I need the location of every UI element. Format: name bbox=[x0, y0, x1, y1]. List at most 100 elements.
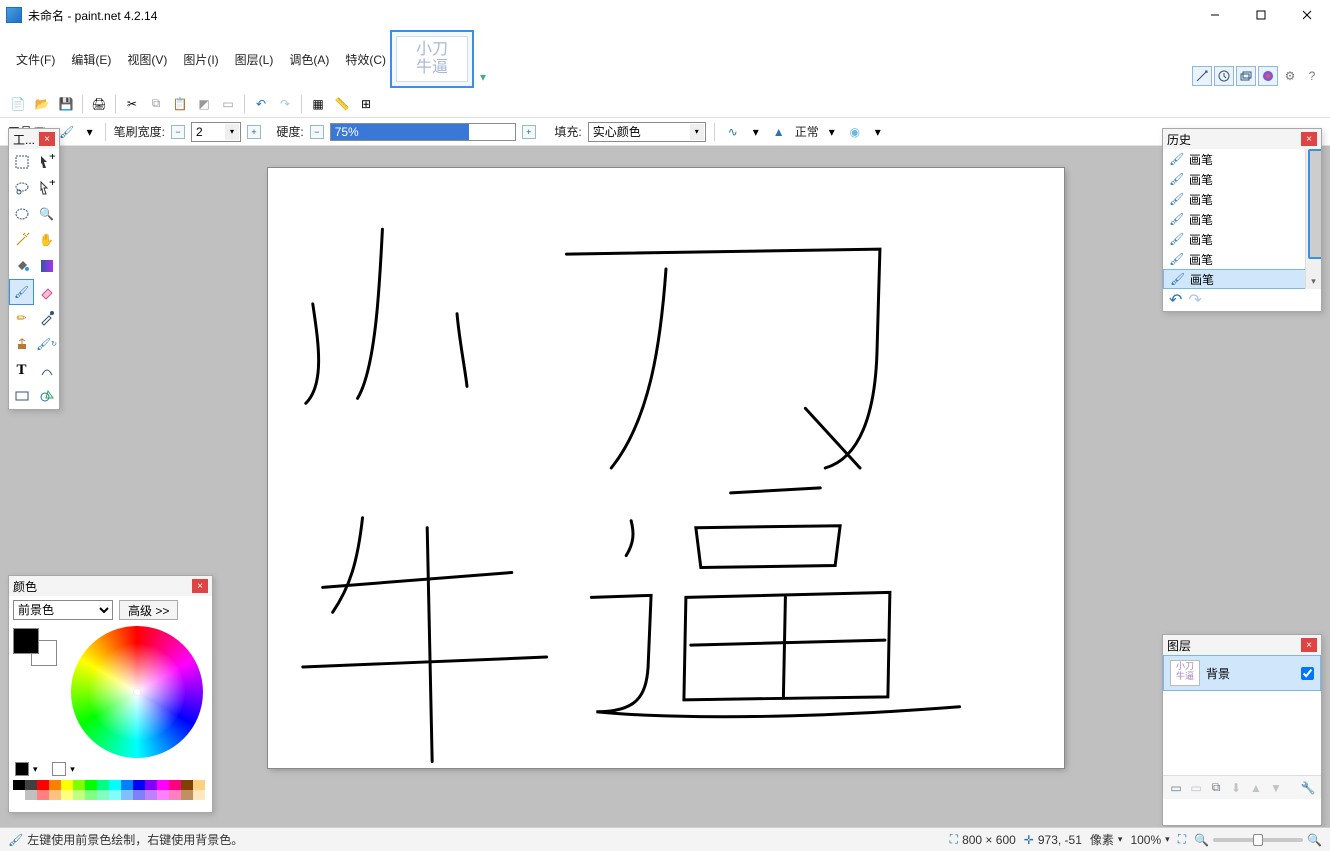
palette-color[interactable] bbox=[133, 790, 145, 800]
tools-panel[interactable]: 工...× + + 🔍 ✋ 🖌 ✏ 🖌↻ T bbox=[8, 128, 60, 410]
layers-panel[interactable]: 图层× 小刀牛逼 背景 ▭ ▭ ⧉ ⬇ ▲ ▼ 🔧 bbox=[1162, 634, 1322, 826]
history-scrollbar[interactable]: ▴ ▾ bbox=[1305, 149, 1321, 289]
chevron-down-icon[interactable]: ▾ bbox=[1118, 834, 1123, 845]
palette-color[interactable] bbox=[85, 780, 97, 790]
help-icon[interactable]: ? bbox=[1302, 66, 1322, 86]
history-panel[interactable]: 历史× 🖌画笔🖌画笔🖌画笔🖌画笔🖌画笔🖌画笔🖌画笔 ▴ ▾ ↶ ↷ bbox=[1162, 128, 1322, 312]
palette-color[interactable] bbox=[97, 790, 109, 800]
palette-color[interactable] bbox=[133, 780, 145, 790]
print-icon[interactable]: 🖨 bbox=[89, 94, 109, 114]
palette-color[interactable] bbox=[13, 790, 25, 800]
tool-zoom[interactable]: 🔍 bbox=[34, 201, 59, 227]
history-item[interactable]: 🖌画笔 bbox=[1163, 189, 1321, 209]
tool-eraser[interactable] bbox=[34, 279, 59, 305]
palette-color[interactable] bbox=[181, 780, 193, 790]
tool-pan[interactable]: ✋ bbox=[34, 227, 59, 253]
palette-color[interactable] bbox=[193, 780, 205, 790]
color-palette[interactable] bbox=[9, 778, 212, 802]
toggle-history-icon[interactable] bbox=[1214, 66, 1234, 86]
canvas[interactable] bbox=[268, 168, 1064, 768]
paste-icon[interactable]: 📋 bbox=[170, 94, 190, 114]
tool-recolor[interactable]: 🖌↻ bbox=[34, 331, 59, 357]
palette-color[interactable] bbox=[49, 780, 61, 790]
palette-color[interactable] bbox=[25, 780, 37, 790]
open-file-icon[interactable]: 📂 bbox=[32, 94, 52, 114]
undo-icon[interactable]: ↶ bbox=[251, 94, 271, 114]
tool-dropdown-icon[interactable]: ▾ bbox=[83, 125, 97, 139]
zoom-slider-knob[interactable] bbox=[1253, 834, 1263, 846]
scroll-down-icon[interactable]: ▾ bbox=[1306, 273, 1321, 289]
palette-color[interactable] bbox=[49, 790, 61, 800]
toggle-tools-icon[interactable] bbox=[1192, 66, 1212, 86]
overwrite-icon[interactable]: ◉ bbox=[845, 122, 865, 142]
zoom-slider[interactable] bbox=[1213, 838, 1303, 842]
colors-panel-close[interactable]: × bbox=[192, 579, 208, 593]
tool-pencil[interactable]: ✏ bbox=[9, 305, 34, 331]
palette-color[interactable] bbox=[97, 780, 109, 790]
redo-icon[interactable]: ↷ bbox=[275, 94, 295, 114]
thumbnail-dropdown-icon[interactable]: ▾ bbox=[480, 70, 492, 82]
close-button[interactable] bbox=[1284, 0, 1330, 30]
palette-color[interactable] bbox=[109, 790, 121, 800]
tool-color-picker[interactable] bbox=[34, 305, 59, 331]
copy-icon[interactable]: ⧉ bbox=[146, 94, 166, 114]
color-wheel[interactable] bbox=[71, 626, 203, 758]
history-item[interactable]: 🖌画笔 bbox=[1163, 229, 1321, 249]
layer-properties-icon[interactable]: 🔧 bbox=[1299, 779, 1317, 797]
history-list[interactable]: 🖌画笔🖌画笔🖌画笔🖌画笔🖌画笔🖌画笔🖌画笔 ▴ ▾ bbox=[1163, 149, 1321, 289]
layers-panel-close[interactable]: × bbox=[1301, 638, 1317, 652]
tool-clone-stamp[interactable] bbox=[9, 331, 34, 357]
color-advanced-button[interactable]: 高级 >> bbox=[119, 600, 178, 620]
settings-icon[interactable]: ⚙ bbox=[1280, 66, 1300, 86]
tool-rectangle-shape[interactable] bbox=[9, 383, 34, 409]
zoom-value[interactable]: 100% bbox=[1130, 833, 1161, 847]
history-item[interactable]: 🖌画笔 bbox=[1163, 209, 1321, 229]
palette-color[interactable] bbox=[121, 790, 133, 800]
history-item[interactable]: 🖌画笔 bbox=[1163, 149, 1321, 169]
menu-adjust[interactable]: 调色(A) bbox=[281, 48, 337, 71]
chevron-down-icon[interactable]: ▾ bbox=[690, 124, 704, 140]
menu-effects[interactable]: 特效(C) bbox=[337, 48, 394, 71]
tool-lasso-select[interactable] bbox=[9, 175, 34, 201]
tool-line[interactable] bbox=[34, 357, 59, 383]
aa-dropdown-icon[interactable]: ▾ bbox=[749, 125, 763, 139]
hardness-slider[interactable]: 75% bbox=[330, 123, 516, 141]
palette-color[interactable] bbox=[85, 790, 97, 800]
save-file-icon[interactable]: 💾 bbox=[56, 94, 76, 114]
hardness-decrease[interactable]: − bbox=[310, 125, 324, 139]
menu-view[interactable]: 视图(V) bbox=[119, 48, 175, 71]
foreground-color-swatch[interactable] bbox=[13, 628, 39, 654]
tool-ellipse-select[interactable] bbox=[9, 201, 34, 227]
layer-down-icon[interactable]: ▼ bbox=[1267, 779, 1285, 797]
palette-color[interactable] bbox=[121, 780, 133, 790]
pixel-grid-icon[interactable]: ⊞ bbox=[356, 94, 376, 114]
zoom-fit-icon[interactable]: ⛶ bbox=[1178, 832, 1186, 847]
palette-color[interactable] bbox=[145, 790, 157, 800]
ruler-icon[interactable]: 📏 bbox=[332, 94, 352, 114]
menu-file[interactable]: 文件(F) bbox=[8, 48, 63, 71]
palette-color[interactable] bbox=[73, 790, 85, 800]
layer-add-icon[interactable]: ▭ bbox=[1167, 779, 1185, 797]
color-swatch[interactable] bbox=[13, 628, 57, 666]
layer-item[interactable]: 小刀牛逼 背景 bbox=[1163, 655, 1321, 691]
colors-panel[interactable]: 颜色× 前景色 高级 >> ▾ ▾ bbox=[8, 575, 213, 813]
minimize-button[interactable] bbox=[1192, 0, 1238, 30]
tool-paintbrush[interactable]: 🖌 bbox=[9, 279, 34, 305]
tool-magic-wand[interactable] bbox=[9, 227, 34, 253]
chevron-down-icon[interactable]: ▾ bbox=[1165, 834, 1170, 845]
palette-color[interactable] bbox=[13, 780, 25, 790]
layer-duplicate-icon[interactable]: ⧉ bbox=[1207, 779, 1225, 797]
grid-icon[interactable]: ▦ bbox=[308, 94, 328, 114]
palette-color[interactable] bbox=[37, 780, 49, 790]
tool-shapes[interactable] bbox=[34, 383, 59, 409]
layer-merge-icon[interactable]: ⬇ bbox=[1227, 779, 1245, 797]
tool-move-pixels[interactable]: + bbox=[34, 175, 59, 201]
tool-text[interactable]: T bbox=[9, 357, 34, 383]
new-file-icon[interactable]: 📄 bbox=[8, 94, 28, 114]
palette-color[interactable] bbox=[181, 790, 193, 800]
brush-width-decrease[interactable]: − bbox=[171, 125, 185, 139]
tool-paint-bucket[interactable] bbox=[9, 253, 34, 279]
cut-icon[interactable]: ✂ bbox=[122, 94, 142, 114]
color-which-select[interactable]: 前景色 bbox=[13, 600, 113, 620]
document-thumbnail[interactable]: 小刀牛逼 bbox=[390, 30, 474, 88]
